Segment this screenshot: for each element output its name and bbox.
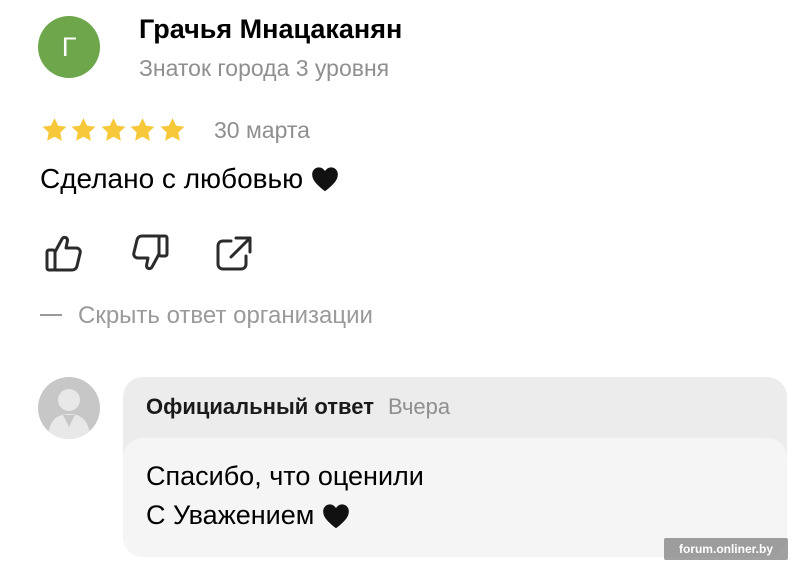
share-icon[interactable] [214,232,254,274]
org-reply-header: Официальный ответ Вчера [146,394,450,420]
black-heart-icon [312,167,338,192]
org-reply-line: Спасибо, что оценили [146,461,424,492]
star-icon [42,118,67,141]
org-reply-line-text: Спасибо, что оценили [146,461,424,491]
star-icon [130,118,155,141]
author-name[interactable]: Грачья Мнацаканян [139,14,402,45]
rating-stars [40,116,187,144]
org-reply-line-text: С Уважением [146,500,315,530]
org-reply-card: Официальный ответ Вчера Спасибо, что оцен… [123,377,787,557]
review-text-content: Сделано с любовью [40,163,304,194]
org-reply-line: С Уважением [146,500,350,531]
org-reply-date: Вчера [388,394,451,419]
author-initial: Г [61,31,77,62]
hide-reply-link[interactable]: Скрыть ответ организации [40,302,373,330]
person-silhouette-icon [48,389,90,439]
author-avatar[interactable]: Г [38,16,100,78]
review-text: Сделано с любовью [40,163,339,195]
watermark: forum.onliner.by [664,538,788,560]
star-icon [71,118,96,141]
hide-reply-label: Скрыть ответ организации [78,302,373,329]
author-level: Знаток города 3 уровня [139,55,390,81]
organization-avatar[interactable] [38,377,100,439]
thumbs-down-icon[interactable] [130,232,170,274]
org-reply-title: Официальный ответ [146,394,375,419]
review-date: 30 марта [214,117,310,143]
star-icon [101,118,126,141]
black-heart-icon [323,503,350,528]
star-icon [160,118,184,141]
thumbs-up-icon[interactable] [44,232,84,274]
dash-icon [40,313,62,316]
